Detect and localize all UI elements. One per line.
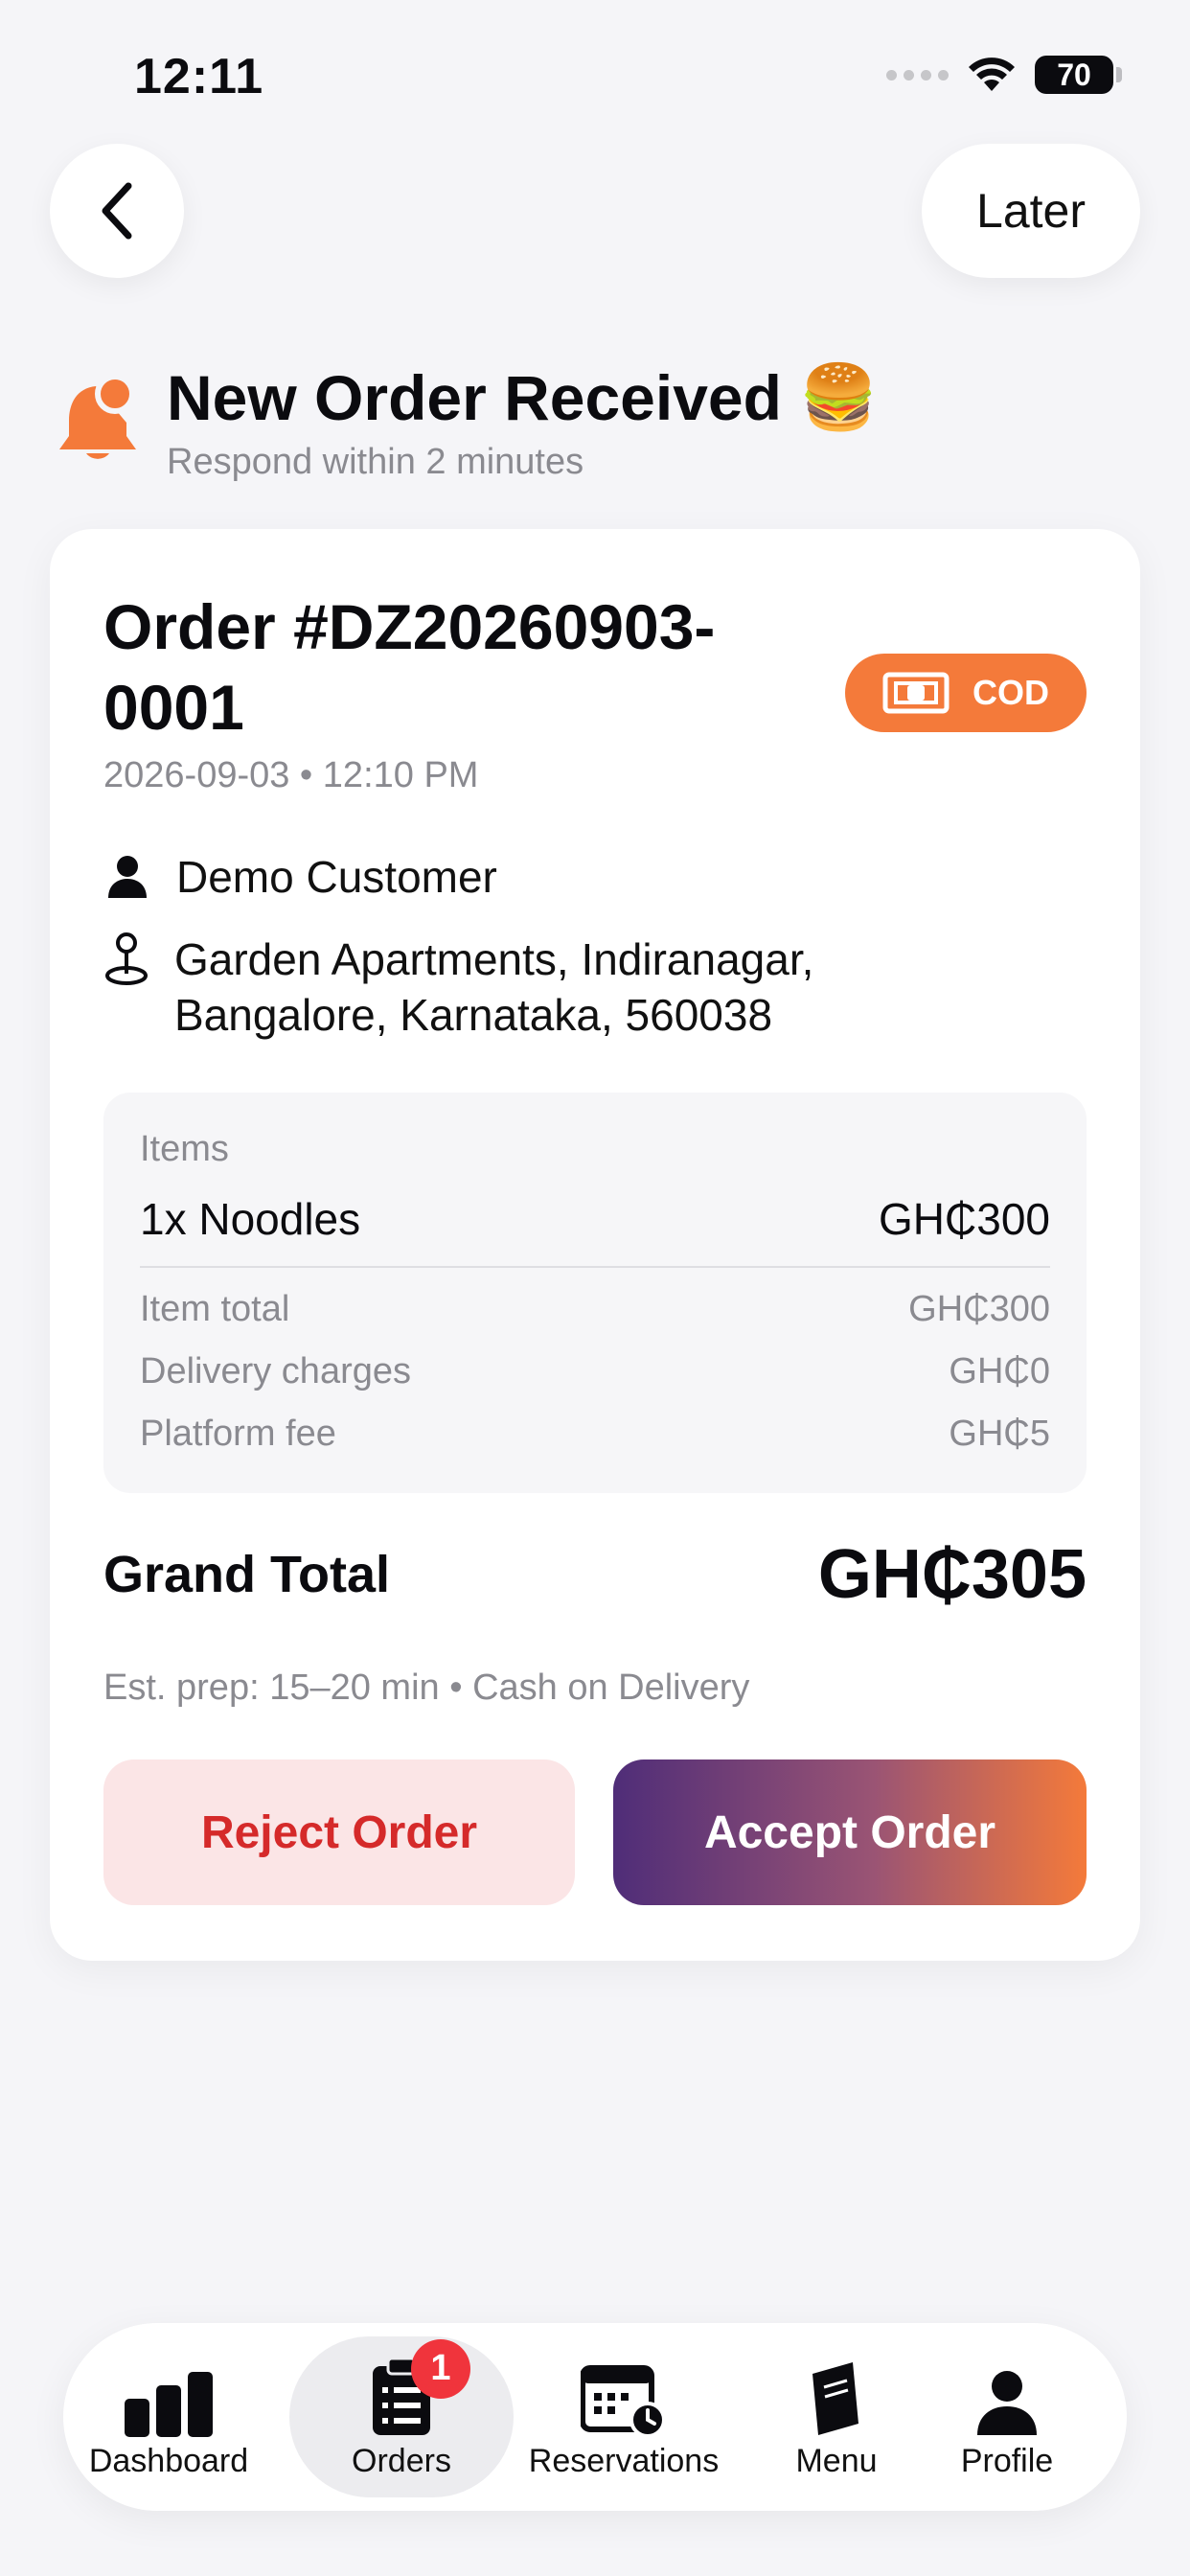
menu-book-icon <box>807 2355 866 2437</box>
item-total-row: Item total GH₵300 <box>140 1289 1050 1330</box>
order-datetime: 2026-09-03 • 12:10 PM <box>103 755 479 795</box>
tab-profile[interactable]: Profile <box>935 2323 1079 2511</box>
location-pin-icon <box>103 932 149 987</box>
accept-order-button[interactable]: Accept Order <box>613 1760 1087 1905</box>
clipboard-icon: 1 <box>371 2338 470 2437</box>
reject-order-button[interactable]: Reject Order <box>103 1760 575 1905</box>
burger-emoji: 🍔 <box>798 360 879 434</box>
alert-title: New Order Received 🍔 <box>167 359 878 436</box>
payment-badge-label: COD <box>973 673 1049 712</box>
order-title: Order #DZ20260903-0001 <box>103 591 716 743</box>
order-alert-screen: 12:11 70 Later New Order Received 🍔 Resp… <box>0 0 1190 2576</box>
battery-level: 70 <box>1057 57 1091 92</box>
tab-label: Profile <box>960 2442 1054 2479</box>
fee-value: GH₵0 <box>949 1351 1050 1392</box>
alert-header: New Order Received 🍔 Respond within 2 mi… <box>54 359 878 484</box>
fee-label: Item total <box>140 1289 290 1329</box>
calendar-clock-icon <box>581 2355 667 2437</box>
grand-total-value: GH₵305 <box>817 1536 1087 1613</box>
bar-chart-icon <box>123 2355 215 2437</box>
customer-row: Demo Customer <box>103 849 497 905</box>
person-icon <box>103 849 151 905</box>
tab-label: Reservations <box>528 2442 720 2479</box>
delivery-charges-row: Delivery charges GH₵0 <box>140 1351 1050 1392</box>
bottom-tab-bar: Dashboard 1 Orders Reservations Menu Pro… <box>63 2323 1127 2511</box>
fee-value: GH₵5 <box>949 1414 1050 1454</box>
fee-value: GH₵300 <box>908 1289 1050 1329</box>
payment-badge: COD <box>845 654 1087 732</box>
tab-label: Menu <box>795 2442 878 2479</box>
prep-info: Est. prep: 15–20 min • Cash on Delivery <box>103 1668 750 1708</box>
tab-orders[interactable]: 1 Orders <box>289 2336 514 2497</box>
address-row: Garden Apartments, Indiranagar, Bangalor… <box>103 932 966 1043</box>
tab-menu[interactable]: Menu <box>774 2323 899 2511</box>
alert-subtitle: Respond within 2 minutes <box>167 442 584 482</box>
tab-label: Orders <box>352 2442 451 2479</box>
item-name: 1x Noodles <box>140 1194 361 1244</box>
orders-count-badge: 1 <box>411 2338 470 2399</box>
order-card: Order #DZ20260903-0001 COD 2026-09-03 • … <box>50 529 1140 1961</box>
chevron-left-icon <box>102 182 132 240</box>
tab-reservations[interactable]: Reservations <box>514 2323 734 2511</box>
customer-name: Demo Customer <box>176 852 497 902</box>
item-price: GH₵300 <box>879 1194 1050 1244</box>
cash-icon <box>882 672 950 714</box>
items-summary: Items 1x Noodles GH₵300 Item total GH₵30… <box>103 1092 1087 1493</box>
platform-fee-row: Platform fee GH₵5 <box>140 1414 1050 1455</box>
items-label: Items <box>140 1129 229 1169</box>
person-icon <box>975 2355 1039 2437</box>
delivery-address: Garden Apartments, Indiranagar, Bangalor… <box>174 934 814 1040</box>
battery-icon: 70 <box>1035 56 1122 94</box>
status-icons: 70 <box>886 56 1122 94</box>
back-button[interactable] <box>50 144 184 278</box>
grand-total-label: Grand Total <box>103 1546 391 1603</box>
alert-title-text: New Order Received <box>167 362 782 433</box>
fee-label: Delivery charges <box>140 1351 411 1392</box>
wifi-icon <box>969 58 1015 91</box>
fee-label: Platform fee <box>140 1414 336 1454</box>
list-item: 1x Noodles GH₵300 <box>140 1193 1050 1268</box>
bell-icon <box>54 373 146 484</box>
status-time: 12:11 <box>134 49 264 104</box>
later-button[interactable]: Later <box>922 144 1140 278</box>
cellular-signal-icon <box>886 69 949 80</box>
tab-label: Dashboard <box>88 2442 249 2479</box>
tab-dashboard[interactable]: Dashboard <box>73 2323 264 2511</box>
